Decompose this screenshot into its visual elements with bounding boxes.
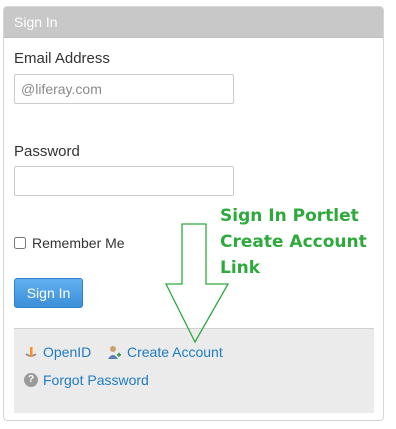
- forgot-password-link[interactable]: ? Forgot Password: [24, 372, 149, 388]
- user-add-icon: [108, 346, 121, 359]
- forgot-password-label: Forgot Password: [43, 372, 149, 388]
- remember-me-checkbox[interactable]: [14, 237, 26, 249]
- annotation-arrow: [164, 223, 230, 344]
- create-account-link[interactable]: Create Account: [106, 344, 223, 360]
- openid-label: OpenID: [43, 344, 92, 360]
- openid-link[interactable]: OpenID: [24, 344, 91, 360]
- remember-me[interactable]: Remember Me: [14, 235, 125, 251]
- email-label: Email Address: [14, 50, 110, 67]
- portlet-title: Sign In: [4, 7, 383, 38]
- password-label: Password: [14, 143, 80, 160]
- email-field[interactable]: [14, 74, 234, 104]
- openid-icon: [25, 347, 37, 357]
- create-account-label: Create Account: [127, 344, 223, 360]
- sign-in-button[interactable]: Sign In: [14, 278, 83, 308]
- password-field[interactable]: [14, 166, 234, 196]
- remember-me-label: Remember Me: [32, 235, 125, 251]
- annotation-text: Sign In Portlet Create Account Link: [220, 206, 367, 278]
- question-bubble-icon: ?: [24, 373, 38, 387]
